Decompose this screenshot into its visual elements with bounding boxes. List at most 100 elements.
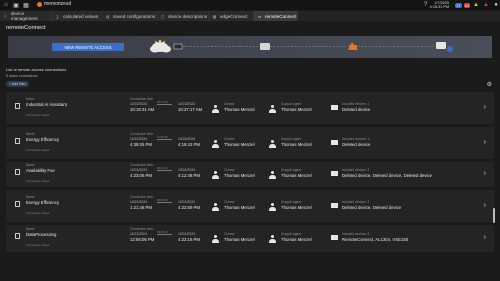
creator-icon [212,140,219,148]
start-time: 1:21:48 PM [130,205,152,210]
add-filter-button[interactable]: + Add filter [6,81,30,87]
end-date: 10/21/2024 [178,200,195,204]
included-devices-label: Included devices: 2 [342,200,370,204]
name-label: Name [26,195,35,199]
help-icon[interactable]: ? [422,1,430,9]
included-devices: Deleted device [342,107,371,112]
list-subtitle: 5 active connections [6,74,38,78]
filter-settings-icon[interactable]: ⚙ [487,81,492,88]
devices-icon [331,105,338,111]
connection-status: Connection closed [26,148,50,152]
creator-name: Thomas Menzel [224,142,255,147]
target-icon [447,46,453,52]
table-row[interactable]: Name Energy Efficiency Connection closed… [6,127,494,160]
devices-count: 3 [367,168,370,172]
creator-icon [212,171,219,179]
connection-status: Connection closed [26,179,50,183]
chevron-right-icon[interactable]: › [484,202,486,209]
devices-icon [331,235,338,241]
warning-icon[interactable]: ▲ [472,1,480,9]
home-icon[interactable]: ⌂ [2,1,10,9]
app-name-label: memorizesd [44,1,72,7]
creator-name: Thomas Menzel [224,107,255,112]
chevron-right-icon[interactable]: › [484,104,486,111]
support-agent-label: Support agent [281,137,302,141]
tab-saved-configurations[interactable]: ▤ saved configurations [102,11,157,21]
start-time: 12:56:05 PM [130,237,155,242]
grid-icon[interactable]: ▦ [22,1,30,9]
duration-line [157,202,172,203]
table-row[interactable]: Name Availability Fue Connection closed … [6,162,494,188]
devices-count: 2 [367,200,370,204]
window-icon[interactable]: ▣ [12,1,20,9]
tab-label: remoteConnect [265,13,297,19]
end-date: 10/24/2024 [178,168,195,172]
creator-icon [212,105,219,113]
table-row[interactable]: Name Energy Efficiency Connection closed… [6,190,494,223]
notification-counters: 17 14 [453,2,470,8]
support-agent-icon [269,235,276,243]
support-agent-name: Thomas Menzel [281,237,312,242]
connection-doc-icon [15,138,20,144]
tab-label: edgeConnect [220,13,248,19]
top-bar: ⌂ ▣ ▦ memorizesd ? 1/7/2025 4:16:31 PM 1… [0,0,500,10]
creator-name: Thomas Menzel [224,173,255,178]
tab-remoteconnect[interactable]: ⇄ remoteConnect [254,11,298,21]
chevron-right-icon[interactable]: › [484,139,486,146]
error-count-badge[interactable]: 14 [463,2,470,8]
connection-status: Connection closed [26,113,50,117]
end-time: 4:22:16 PM [178,237,200,242]
connection-name: DataProcessing [26,232,57,237]
list-title: List of remote access connections [6,67,67,72]
table-row[interactable]: Name DataProcessing Connection closed Co… [6,225,494,253]
app-logo [37,1,42,7]
connection-time-label: Connection time [130,97,154,101]
connection-name: Energy Efficiency [26,137,60,142]
support-agent-label: Support agent [281,232,302,236]
connection-status: Connection closed [26,243,50,247]
end-time: 4:18:42 PM [178,142,200,147]
tab-device-descriptions[interactable]: ▢ device descriptions [157,11,209,21]
tab-device-management[interactable]: ≡ device management [0,11,52,21]
included-devices: Deleted device, Deleted device [342,205,402,210]
doc-icon: ▢ [160,13,165,19]
creator-label: Creator [224,200,235,204]
end-date: 10/21/2024 [178,232,195,236]
included-devices: RemoteConnect, AL1304, VSE150 [342,237,409,242]
gateway-icon [260,43,270,50]
name-label: Name [26,132,35,136]
chevron-right-icon[interactable]: › [484,170,486,177]
devices-icon [331,203,338,209]
end-date: 10/22/2024 [178,102,195,106]
clock-time: 4:16:31 PM [429,5,450,9]
duration-line [157,139,172,140]
support-agent-label: Support agent [281,168,302,172]
devices-icon [331,140,338,146]
tab-label: saved configurations [113,13,156,19]
creator-name: Thomas Menzel [224,205,255,210]
user-icon[interactable]: ● [492,1,500,9]
connection-name: Availability Fue [26,168,55,173]
support-agent-icon [269,203,276,211]
table-row[interactable]: Name Industrial AI Assistant Connection … [6,92,494,125]
support-agent-label: Support agent [281,102,302,106]
chevron-right-icon[interactable]: › [484,234,486,241]
creator-icon [212,235,219,243]
info-count-badge[interactable]: 17 [455,2,462,8]
alert-icon[interactable]: ▲ [482,1,490,9]
remote-access-banner: NEW REMOTE ACCESS [8,36,492,58]
tab-edgeconnect[interactable]: ▦ edgeConnect [209,11,254,21]
tab-calculated-values[interactable]: ∑ calculated values [52,11,102,21]
included-devices-label: Included devices: 1 [342,137,370,141]
connection-doc-icon [15,103,20,109]
page-title: remoteConnect [6,25,46,31]
banner-illustration [150,39,453,53]
name-label: Name [26,163,35,167]
cloud-icon [150,39,171,53]
start-date: 10/21/2024 [130,137,147,141]
name-label: Name [26,227,35,231]
connection-name: Industrial AI Assistant [26,102,67,107]
tab-label: device descriptions [168,13,208,19]
scrollbar[interactable] [493,208,495,223]
save-icon: ▤ [105,13,110,19]
